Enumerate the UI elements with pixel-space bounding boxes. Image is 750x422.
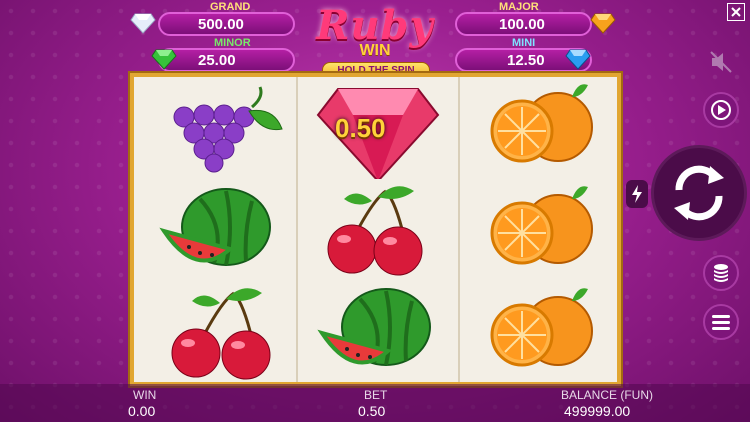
turbo-icon bbox=[632, 185, 642, 203]
ruby-prize-value: 0.50 bbox=[335, 113, 386, 143]
bet-label: BET bbox=[364, 388, 388, 402]
autoplay-icon bbox=[711, 100, 731, 120]
topaz-icon bbox=[590, 13, 616, 34]
cherry-icon bbox=[327, 186, 423, 276]
autoplay-button[interactable] bbox=[703, 92, 739, 128]
cherry-icon bbox=[171, 288, 271, 380]
bet-coins-icon bbox=[714, 264, 728, 282]
reel-2-symbol-2 bbox=[298, 179, 458, 281]
win-value: 0.00 bbox=[128, 403, 156, 419]
balance-value: 499999.00 bbox=[564, 403, 631, 419]
bet-settings-button[interactable] bbox=[703, 255, 739, 291]
win-label: WIN bbox=[133, 388, 157, 402]
game-logo: Ruby WIN HOLD THE SPIN bbox=[300, 2, 450, 80]
diamond-icon bbox=[130, 13, 156, 34]
balance-label: BALANCE (FUN) bbox=[561, 388, 654, 402]
emerald-icon bbox=[151, 49, 177, 70]
jackpot-grand-label: GRAND bbox=[210, 1, 251, 13]
reel-1-symbol-3 bbox=[134, 281, 294, 383]
turbo-button[interactable] bbox=[626, 180, 648, 208]
jackpot-major-panel: 100.00 bbox=[455, 12, 592, 36]
reel-1-symbol-2 bbox=[134, 179, 294, 281]
reel-3-symbol-1 bbox=[460, 77, 620, 179]
menu-icon bbox=[712, 315, 730, 330]
close-icon bbox=[731, 7, 741, 17]
bottom-bar: WIN 0.00 BET 0.50 BALANCE (FUN) 499999.0… bbox=[0, 384, 750, 422]
jackpot-major-value: 100.00 bbox=[499, 16, 545, 33]
mute-icon bbox=[710, 51, 732, 73]
reel-1-symbol-1 bbox=[134, 77, 294, 179]
reel-1 bbox=[134, 77, 294, 382]
mute-button[interactable] bbox=[703, 44, 739, 80]
jackpot-minor-panel: 25.00 bbox=[158, 48, 295, 72]
reel-2-symbol-3 bbox=[298, 281, 458, 383]
reel-frame: 0.50 bbox=[130, 73, 621, 386]
orange-icon bbox=[490, 84, 593, 163]
watermelon-icon bbox=[159, 188, 271, 266]
orange-icon bbox=[490, 186, 593, 265]
orange-icon bbox=[490, 288, 593, 367]
reel-2: 0.50 bbox=[296, 77, 458, 382]
jackpot-grand-value: 500.00 bbox=[198, 16, 244, 33]
jackpot-mini-label: MINI bbox=[512, 37, 536, 49]
reel-2-symbol-1: 0.50 bbox=[298, 77, 458, 183]
menu-button[interactable] bbox=[703, 304, 739, 340]
reel-3-symbol-2 bbox=[460, 179, 620, 281]
spin-icon bbox=[674, 165, 724, 221]
jackpot-major-label: MAJOR bbox=[499, 1, 539, 13]
bet-value: 0.50 bbox=[358, 403, 386, 419]
jackpot-grand-panel: 500.00 bbox=[158, 12, 295, 36]
logo-subtitle: WIN bbox=[359, 42, 391, 59]
sapphire-icon bbox=[565, 49, 591, 70]
jackpot-minor-label: MINOR bbox=[214, 37, 251, 49]
grape-icon bbox=[173, 86, 283, 173]
jackpot-minor-value: 25.00 bbox=[198, 52, 236, 69]
reel-3 bbox=[458, 77, 620, 382]
close-button[interactable] bbox=[727, 3, 745, 21]
spin-button[interactable] bbox=[651, 145, 747, 241]
jackpot-mini-value: 12.50 bbox=[507, 52, 545, 69]
watermelon-icon bbox=[317, 288, 431, 366]
reel-3-symbol-3 bbox=[460, 281, 620, 383]
